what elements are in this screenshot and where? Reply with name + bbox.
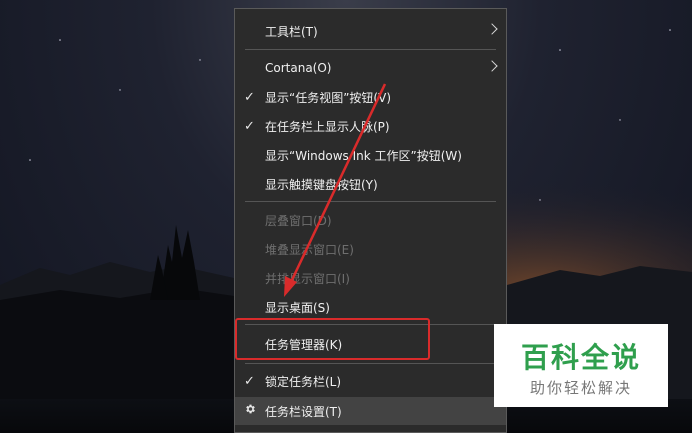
watermark-title: 百科全说 — [520, 341, 641, 374]
baike-watermark: 百科全说 助你轻松解决 — [494, 324, 668, 407]
watermark-subtitle: 助你轻松解决 — [529, 379, 632, 397]
